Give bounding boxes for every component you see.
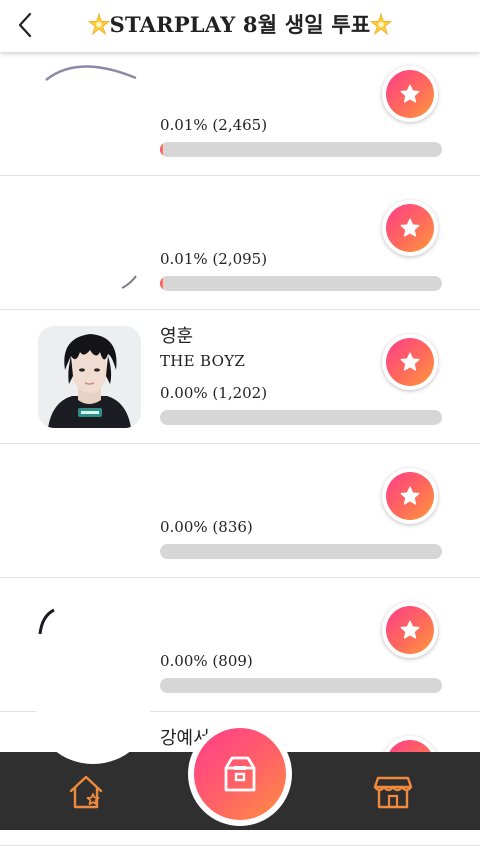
candidate-row: 0.00% (836)	[0, 444, 480, 578]
vote-progress-fill	[160, 276, 163, 291]
vote-button[interactable]	[382, 200, 438, 256]
sparkle-star-icon	[87, 13, 110, 35]
home-star-icon	[69, 775, 103, 809]
vote-progress-bar	[160, 544, 442, 559]
photo-edge	[121, 275, 137, 289]
photo-edge	[38, 608, 55, 635]
candidate-row: 0.01% (2,465)	[0, 42, 480, 176]
candidate-photo	[38, 192, 141, 294]
vote-progress-bar	[160, 276, 442, 291]
vote-percent: 0.00% (836)	[160, 518, 253, 536]
vote-percent: 0.00% (1,202)	[160, 384, 268, 402]
star-icon	[400, 620, 420, 639]
vote-percent: 0.01% (2,465)	[160, 116, 268, 134]
vote-progress-bar	[160, 410, 442, 425]
store-icon	[373, 776, 413, 809]
candidate-photo	[38, 460, 141, 562]
vote-progress-bar	[160, 142, 442, 157]
ballot-box-icon	[224, 756, 256, 792]
vote-percent: 0.01% (2,095)	[160, 250, 268, 268]
top-bar: STARPLAY 8월 생일 투표	[0, 0, 480, 52]
home-tab[interactable]	[66, 772, 106, 812]
vote-progress-fill	[160, 142, 163, 157]
star-icon	[400, 486, 420, 505]
star-icon	[400, 84, 420, 103]
candidate-row: 영훈 THE BOYZ 0.00% (1,202)	[0, 310, 480, 444]
star-icon	[400, 218, 420, 237]
sparkle-star-icon	[370, 13, 393, 35]
candidate-photo	[38, 326, 141, 428]
candidate-photo	[38, 58, 141, 160]
candidate-group: THE BOYZ	[160, 352, 246, 370]
photo-edge	[45, 65, 137, 81]
vote-button[interactable]	[382, 66, 438, 122]
page-title: STARPLAY 8월 생일 투표	[0, 9, 480, 39]
candidate-name: 영훈	[160, 326, 194, 347]
vote-button[interactable]	[382, 334, 438, 390]
portrait-image	[38, 326, 141, 428]
vote-button[interactable]	[382, 468, 438, 524]
overlay-shape	[36, 660, 150, 764]
vote-percent: 0.00% (809)	[160, 652, 253, 670]
vote-button[interactable]	[382, 602, 438, 658]
vote-progress-bar	[160, 678, 442, 693]
store-tab[interactable]	[372, 772, 414, 812]
star-icon	[400, 352, 420, 371]
page-title-text: STARPLAY 8월 생일 투표	[109, 12, 371, 37]
candidate-row: 0.01% (2,095)	[0, 176, 480, 310]
vote-box-button[interactable]	[188, 722, 292, 826]
